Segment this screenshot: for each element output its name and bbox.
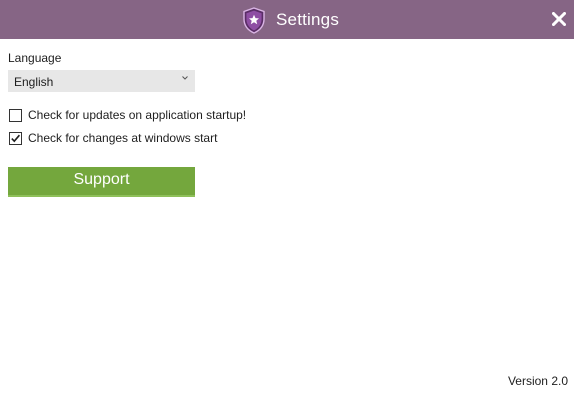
window-title: Settings	[276, 10, 340, 29]
language-select-value: English	[14, 75, 54, 89]
check-updates-label: Check for updates on application startup…	[28, 108, 247, 122]
shield-star-icon	[243, 6, 265, 34]
language-select[interactable]: English	[8, 70, 195, 92]
settings-window: Settings Language English Check for upda…	[0, 0, 574, 399]
check-updates-checkbox[interactable]	[9, 108, 22, 122]
support-button[interactable]: Support	[8, 167, 195, 197]
version-label: Version 2.0	[507, 374, 568, 388]
checkmark-icon	[11, 134, 21, 142]
chevron-down-icon	[182, 76, 188, 80]
check-changes-option[interactable]: Check for changes at windows start	[9, 131, 217, 145]
title-group: Settings	[242, 6, 339, 34]
close-button[interactable]	[548, 8, 570, 30]
language-label: Language	[8, 51, 62, 65]
close-icon	[552, 12, 566, 26]
check-updates-option[interactable]: Check for updates on application startup…	[9, 108, 246, 122]
title-bar: Settings	[0, 0, 574, 39]
check-changes-checkbox[interactable]	[9, 131, 22, 145]
check-changes-label: Check for changes at windows start	[28, 131, 218, 145]
